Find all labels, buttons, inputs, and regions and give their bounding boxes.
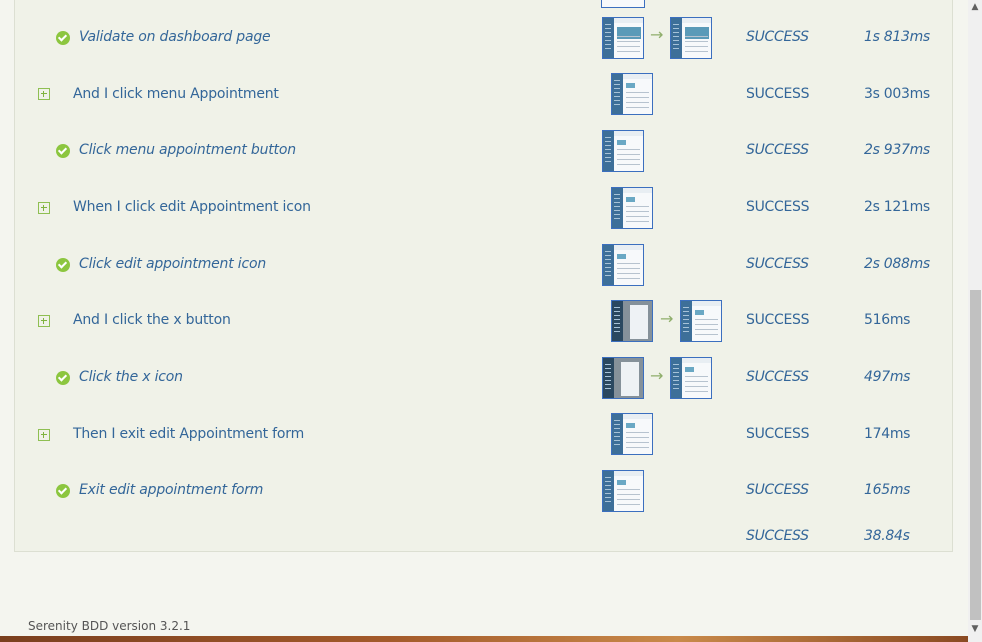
step-description: When I click edit Appointment icon — [73, 199, 311, 215]
total-duration: 38.84s — [864, 528, 910, 544]
step-result: SUCCESS — [746, 199, 810, 215]
test-substep-row: Exit edit appointment form SUCCESS 165ms — [0, 464, 982, 521]
scroll-down-arrow-icon[interactable]: ▼ — [968, 622, 982, 636]
success-check-icon — [56, 484, 70, 498]
step-description: Then I exit edit Appointment form — [73, 426, 305, 442]
step-result: SUCCESS — [746, 482, 809, 498]
arrow-right-icon: → — [650, 366, 664, 385]
screenshot-thumbnail[interactable] — [611, 187, 653, 229]
step-duration: 1s 813ms — [864, 29, 930, 45]
expand-plus-icon[interactable] — [38, 315, 50, 327]
step-description: And I click the x button — [73, 312, 231, 328]
test-substep-row: Click edit appointment icon SUCCESS 2s 0… — [0, 238, 982, 295]
step-duration: 497ms — [864, 369, 911, 385]
test-substep-row: Validate on dashboard page → SUCCESS 1s … — [0, 10, 982, 67]
step-duration: 2s 088ms — [864, 256, 930, 272]
step-duration: 3s 003ms — [864, 86, 930, 102]
step-description: Click menu appointment button — [79, 142, 296, 158]
screenshot-thumbnail[interactable] — [602, 470, 644, 512]
test-substep-row: Click menu appointment button SUCCESS 2s… — [0, 124, 982, 181]
expand-plus-icon[interactable] — [38, 429, 50, 441]
success-check-icon — [56, 31, 70, 45]
test-step-row: And I click the x button → SUCCESS 516ms — [0, 294, 982, 351]
screenshot-thumbnail[interactable] — [611, 73, 653, 115]
screenshot-thumbnail[interactable] — [602, 17, 644, 59]
step-duration: 2s 121ms — [864, 199, 930, 215]
step-result: SUCCESS — [746, 312, 810, 328]
screenshot-thumbnail[interactable] — [670, 357, 712, 399]
step-result: SUCCESS — [746, 29, 809, 45]
test-substep-row: Click the x icon → SUCCESS 497ms — [0, 351, 982, 408]
test-step-row: And I click menu Appointment SUCCESS 3s … — [0, 67, 982, 124]
step-description: Validate on dashboard page — [79, 29, 271, 45]
step-duration: 165ms — [864, 482, 911, 498]
step-duration: 2s 937ms — [864, 142, 930, 158]
arrow-right-icon: → — [650, 25, 664, 44]
screenshot-thumbnail[interactable] — [602, 244, 644, 286]
step-description: Click the x icon — [79, 369, 183, 385]
step-result: SUCCESS — [746, 369, 809, 385]
success-check-icon — [56, 258, 70, 272]
total-result: SUCCESS — [746, 528, 809, 544]
screenshot-thumbnail[interactable] — [670, 17, 712, 59]
step-description: Click edit appointment icon — [79, 256, 266, 272]
scrollbar-thumb[interactable] — [970, 290, 981, 620]
success-check-icon — [56, 144, 70, 158]
screenshot-thumbnail[interactable] — [602, 357, 644, 399]
step-result: SUCCESS — [746, 426, 810, 442]
step-duration: 516ms — [864, 312, 911, 328]
step-result: SUCCESS — [746, 142, 809, 158]
expand-plus-icon[interactable] — [38, 202, 50, 214]
taskbar — [0, 636, 968, 642]
screenshot-thumbnail[interactable] — [602, 130, 644, 172]
test-step-row: Then I exit edit Appointment form SUCCES… — [0, 408, 982, 465]
expand-plus-icon[interactable] — [38, 88, 50, 100]
step-result: SUCCESS — [746, 86, 810, 102]
arrow-right-icon: → — [660, 309, 674, 328]
step-description: And I click menu Appointment — [73, 86, 279, 102]
step-description: Exit edit appointment form — [79, 482, 264, 498]
screenshot-thumbnail[interactable] — [611, 413, 653, 455]
test-step-row: When I click edit Appointment icon SUCCE… — [0, 181, 982, 238]
success-check-icon — [56, 371, 70, 385]
screenshot-thumbnail[interactable] — [680, 300, 722, 342]
version-footer: Serenity BDD version 3.2.1 — [28, 619, 191, 633]
step-duration: 174ms — [864, 426, 911, 442]
step-result: SUCCESS — [746, 256, 809, 272]
vertical-scrollbar[interactable]: ▲ ▼ — [968, 0, 982, 642]
screenshot-thumbnail[interactable] — [611, 300, 653, 342]
scroll-up-arrow-icon[interactable]: ▲ — [968, 0, 982, 14]
screenshot-thumbnail[interactable] — [601, 0, 645, 8]
